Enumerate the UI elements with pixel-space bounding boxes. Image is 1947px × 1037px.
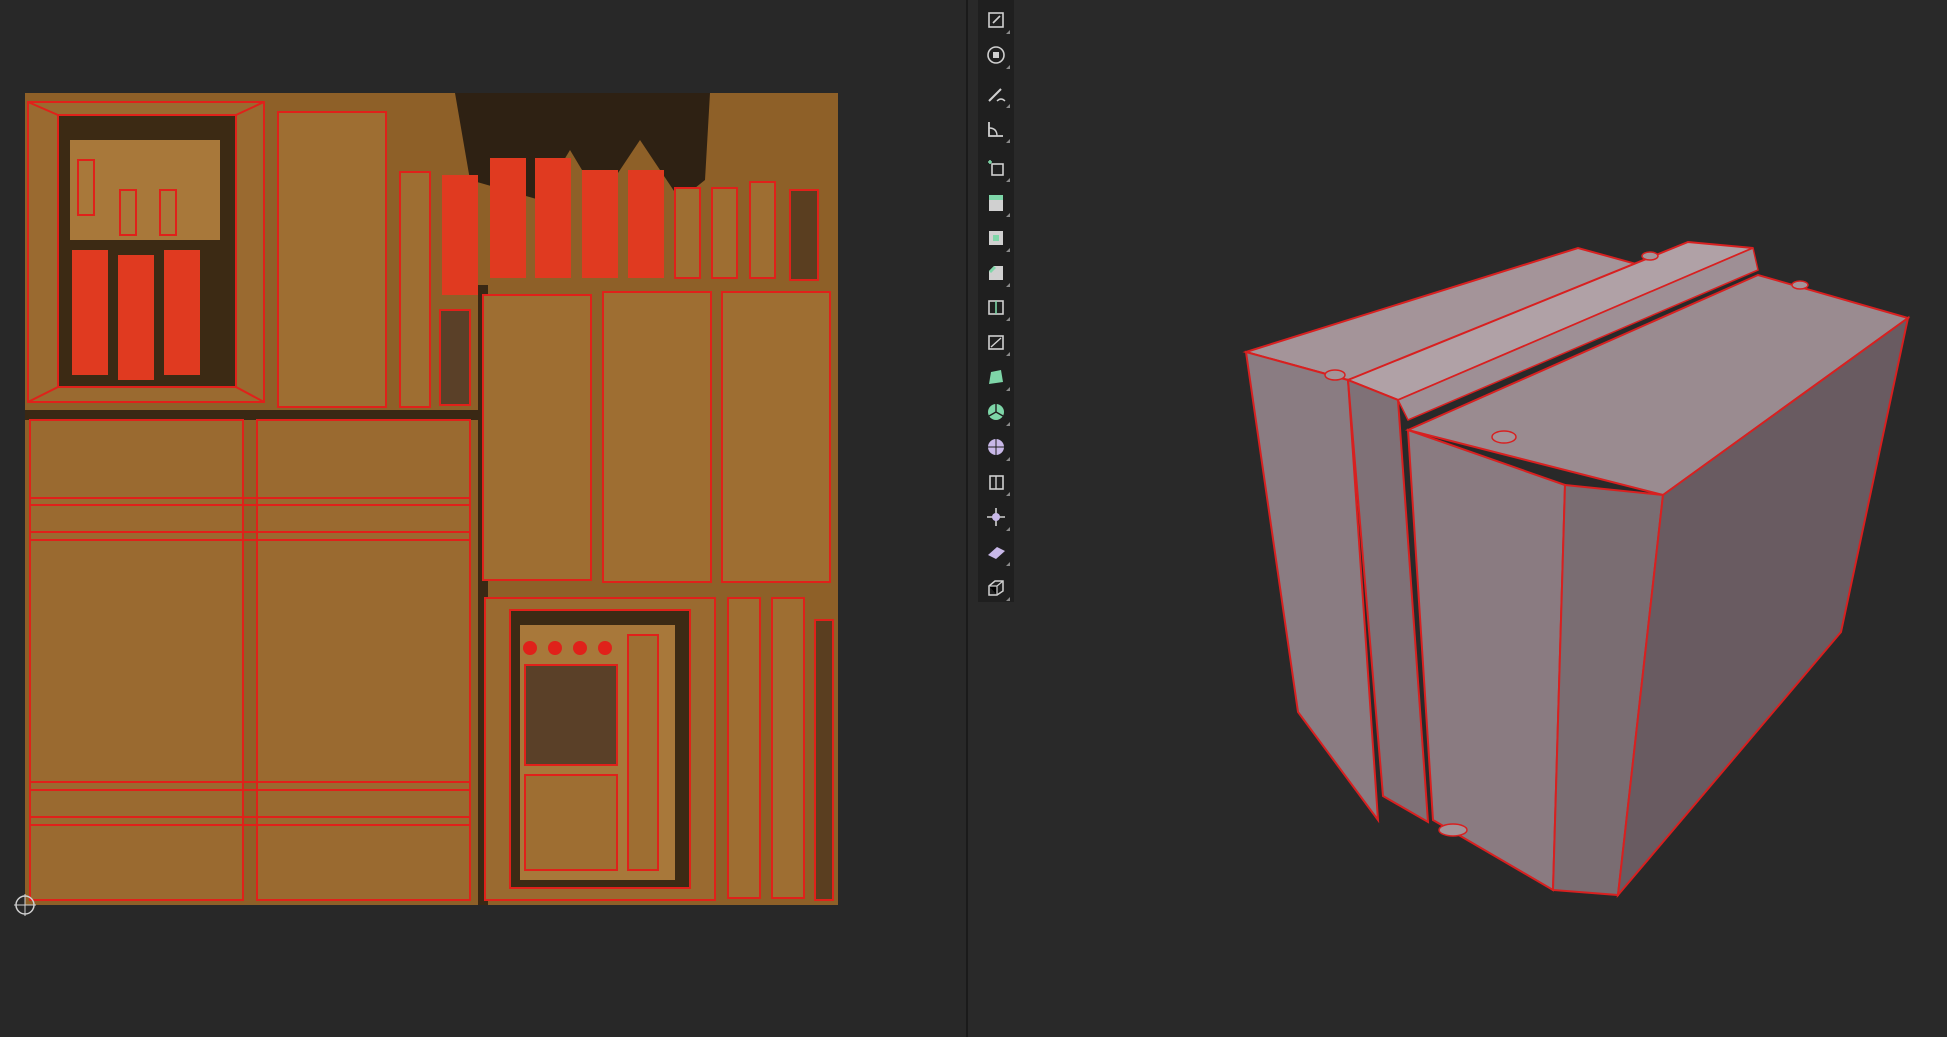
knife-icon [988,335,1004,351]
add-cube-tool[interactable] [981,153,1011,183]
loop-cut-tool[interactable] [981,293,1011,323]
uv-island-control-panel[interactable] [27,101,265,403]
spin-tool[interactable] [981,397,1011,427]
uv-map-canvas[interactable] [0,0,966,1037]
uv-editor-panel[interactable] [0,0,966,1037]
knife-tool[interactable] [981,327,1011,357]
annotate-icon [988,88,1006,102]
spin-icon [988,404,1004,421]
transform-icon [987,46,1005,64]
rip-region-tool[interactable] [981,572,1011,602]
annotate-tool[interactable] [981,79,1011,109]
uv-island-strips[interactable] [727,597,834,901]
inset-faces-tool[interactable] [981,223,1011,253]
uv-island-door[interactable] [484,597,716,901]
poly-build-tool[interactable] [981,362,1011,392]
edge-slide-icon [989,475,1004,490]
measure-tool[interactable] [981,114,1011,144]
measure-icon [988,121,1003,137]
smooth-icon [988,439,1004,456]
shrink-fatten-icon [987,508,1005,527]
3d-model-canvas[interactable] [968,0,1947,1037]
add-cube-icon [988,159,1004,176]
rip-region-icon [988,580,1004,596]
extrude-region-icon [989,194,1003,211]
shear-tool[interactable] [981,537,1011,567]
bevel-tool[interactable] [981,258,1011,288]
tool-shelf[interactable] [978,0,1014,602]
uv-gap [25,410,480,420]
edge-slide-tool[interactable] [981,467,1011,497]
inset-faces-icon [989,230,1003,245]
bevel-icon [989,265,1003,280]
uv-island-mid-panels[interactable] [482,291,831,583]
scale-cage-tool[interactable] [981,5,1011,35]
shear-icon [988,547,1005,560]
scale-cage-icon [988,12,1004,28]
loop-cut-icon [988,300,1004,316]
3d-viewport[interactable] [968,0,1947,1037]
transform-tool[interactable] [981,40,1011,70]
shrink-fatten-tool[interactable] [981,502,1011,532]
extrude-region-tool[interactable] [981,188,1011,218]
poly-build-icon [989,370,1003,385]
smooth-tool[interactable] [981,432,1011,462]
